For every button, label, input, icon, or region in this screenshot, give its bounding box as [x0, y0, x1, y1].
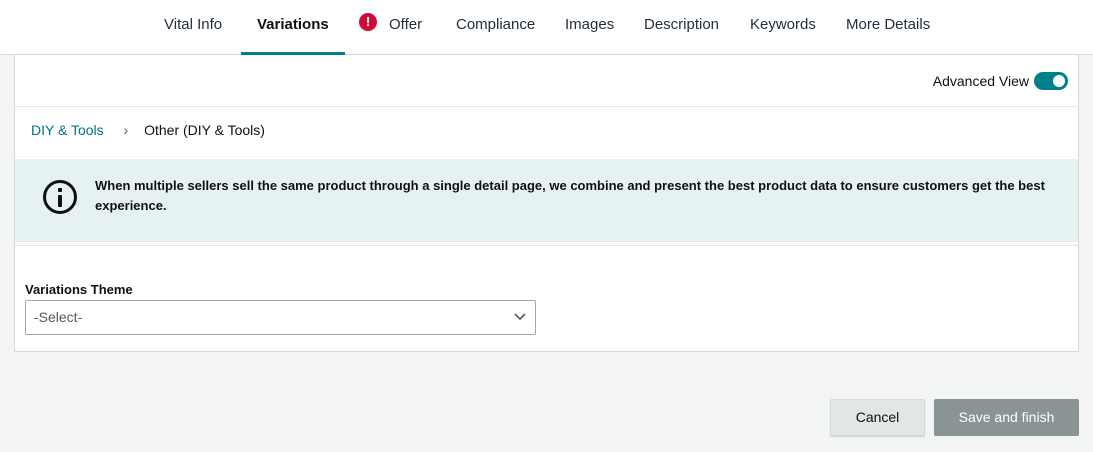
cancel-button[interactable]: Cancel	[830, 399, 925, 436]
advanced-view-label: Advanced View	[932, 73, 1029, 89]
top-navigation: Vital Info Variations ! Offer Compliance…	[0, 0, 1093, 55]
info-banner: When multiple sellers sell the same prod…	[15, 159, 1078, 242]
chevron-down-icon	[514, 313, 526, 321]
advanced-view-toggle[interactable]	[1034, 72, 1068, 90]
variations-panel: Advanced View DIY & Tools › Other (DIY &…	[14, 55, 1079, 352]
tab-more-details[interactable]: More Details	[846, 0, 930, 55]
chevron-right-icon: ›	[123, 122, 129, 138]
tab-images[interactable]: Images	[565, 0, 614, 55]
breadcrumb-current: Other (DIY & Tools)	[144, 122, 265, 138]
variations-theme-select[interactable]: -Select-	[25, 300, 536, 335]
tab-variations[interactable]: Variations	[241, 0, 345, 55]
tab-offer[interactable]: Offer	[389, 0, 422, 55]
alert-icon: !	[359, 13, 377, 31]
breadcrumb: DIY & Tools › Other (DIY & Tools)	[31, 122, 265, 138]
tab-description[interactable]: Description	[644, 0, 719, 55]
tab-keywords[interactable]: Keywords	[750, 0, 816, 55]
tab-compliance[interactable]: Compliance	[456, 0, 535, 55]
divider	[15, 245, 1078, 246]
info-message: When multiple sellers sell the same prod…	[95, 178, 1045, 213]
tab-vital-info[interactable]: Vital Info	[164, 0, 222, 55]
breadcrumb-category-link[interactable]: DIY & Tools	[31, 122, 104, 138]
save-and-finish-button[interactable]: Save and finish	[934, 399, 1079, 436]
variations-theme-value: -Select-	[34, 309, 83, 325]
toggle-knob	[1053, 75, 1065, 87]
advanced-view-row: Advanced View	[15, 55, 1078, 107]
variations-theme-label: Variations Theme	[25, 282, 133, 297]
info-circle-icon	[43, 180, 77, 214]
tab-bar: Vital Info Variations ! Offer Compliance…	[0, 0, 1093, 55]
